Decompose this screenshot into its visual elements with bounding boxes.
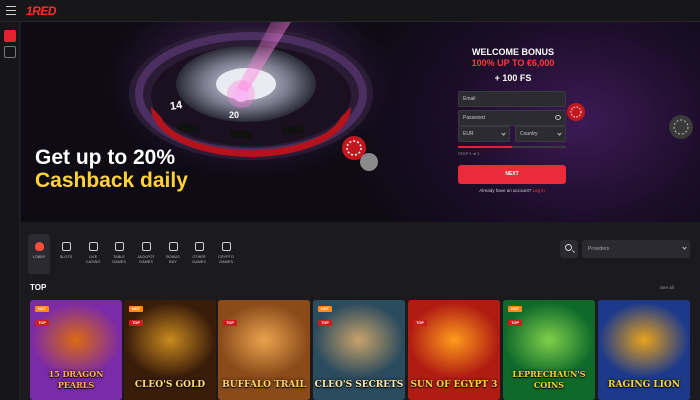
sidebar xyxy=(0,22,20,400)
game-tile[interactable]: LEPRECHAUN'S COINS HOT TOP xyxy=(503,300,595,400)
bonus-amount: 100% UP TO €6,000 xyxy=(471,58,555,68)
category-live-casino[interactable]: LIVE CASINO xyxy=(82,234,104,274)
password-placeholder: Password xyxy=(463,115,485,121)
login-prompt: Already have an account? Log in xyxy=(458,188,566,193)
game-tile[interactable]: RAGING LION xyxy=(598,300,690,400)
login-prompt-text: Already have an account? xyxy=(479,188,532,193)
game-tile[interactable]: CLEO'S GOLD HOT TOP xyxy=(124,300,216,400)
search-button[interactable] xyxy=(560,240,578,258)
other-games-icon xyxy=(194,242,204,251)
search-icon xyxy=(565,244,572,251)
hot-badge: HOT xyxy=(129,306,143,312)
category-label: OTHER GAMES xyxy=(192,255,206,264)
chevron-down-icon xyxy=(501,131,506,136)
roulette-wheel-art xyxy=(129,22,693,171)
game-title: CLEO'S SECRETS xyxy=(314,380,404,390)
top-badge: TOP xyxy=(413,320,427,326)
game-tile[interactable]: CLEO'S SECRETS HOT TOP xyxy=(313,300,405,400)
currency-select[interactable]: EUR xyxy=(458,126,510,142)
site-logo[interactable]: 1RED xyxy=(26,4,57,18)
top-badge: TOP xyxy=(129,320,143,326)
category-table-games[interactable]: TABLE GAMES xyxy=(108,234,130,274)
welcome-bonus: WELCOME BONUS 100% UP TO €6,000 + 100 FS xyxy=(459,47,567,84)
sports-icon[interactable] xyxy=(4,46,16,58)
chevron-down-icon xyxy=(557,131,562,136)
next-button[interactable]: NEXT xyxy=(458,165,566,184)
step-progress-bar xyxy=(458,146,566,148)
category-label: TABLE GAMES xyxy=(112,255,126,264)
top-badge: TOP xyxy=(223,320,237,326)
provider-placeholder: Providers xyxy=(588,246,610,252)
top-bar: 1RED xyxy=(0,0,700,22)
section-title: TOP xyxy=(30,283,47,292)
category-jackpot-games[interactable]: JACKPOT GAMES xyxy=(135,234,157,274)
category-label: LIVE CASINO xyxy=(85,255,101,264)
lobby-icon xyxy=(34,242,44,251)
category-label: JACKPOT GAMES xyxy=(137,255,155,264)
country-placeholder: Country xyxy=(520,131,538,137)
game-title: CLEO'S GOLD xyxy=(134,380,206,390)
category-label: CRYPTO GAMES xyxy=(218,255,234,264)
step-progress-fill xyxy=(458,146,512,148)
hero-banner: 14 20 Get up to 20% Cashback daily WELCO… xyxy=(21,22,700,222)
game-title: LEPRECHAUN'S COINS xyxy=(512,369,586,390)
slots-icon xyxy=(61,242,71,251)
game-tile[interactable]: SUN OF EGYPT 3 TOP xyxy=(408,300,500,400)
top-badge: TOP xyxy=(508,320,522,326)
wheel-number-14: 14 xyxy=(169,99,184,113)
casino-icon[interactable] xyxy=(4,30,16,42)
jackpot-games-icon xyxy=(141,242,151,251)
game-title: RAGING LION xyxy=(607,380,680,390)
eye-icon[interactable] xyxy=(555,115,561,120)
bonus-free-spins: + 100 FS xyxy=(494,73,532,83)
game-title: BUFFALO TRAIL xyxy=(222,380,306,390)
promo-headline-line2: Cashback daily xyxy=(35,169,188,192)
category-crypto-games[interactable]: CRYPTO GAMES xyxy=(215,234,237,274)
promo-headline-line1: Get up to 20% xyxy=(35,146,176,169)
table-games-icon xyxy=(114,242,124,251)
promo-headline: Get up to 20% Cashback daily xyxy=(35,146,188,192)
currency-value: EUR xyxy=(463,131,474,137)
login-link[interactable]: Log in xyxy=(533,188,545,193)
chevron-down-icon xyxy=(682,245,687,250)
game-title: 15 DRAGON PEARLS xyxy=(48,369,104,390)
password-field[interactable]: Password xyxy=(458,110,566,126)
game-tile[interactable]: 15 DRAGON PEARLS HOT TOP xyxy=(30,300,122,400)
see-all-link[interactable]: See all xyxy=(660,285,674,290)
hot-badge: HOT xyxy=(318,306,332,312)
category-label: LOBBY xyxy=(32,255,46,259)
hot-badge: HOT xyxy=(508,306,522,312)
crypto-games-icon xyxy=(221,242,231,251)
bonus-title: WELCOME BONUS xyxy=(472,47,554,57)
category-other-games[interactable]: OTHER GAMES xyxy=(188,234,210,274)
category-lobby[interactable]: LOBBY xyxy=(28,234,50,274)
category-label: BONUS BUY xyxy=(166,255,180,264)
game-title: SUN OF EGYPT 3 xyxy=(410,380,498,390)
game-tile[interactable]: BUFFALO TRAIL TOP xyxy=(218,300,310,400)
category-label: SLOTS xyxy=(59,255,73,259)
wheel-number-20: 20 xyxy=(229,110,240,120)
top-badge: TOP xyxy=(318,320,332,326)
top-badge: TOP xyxy=(35,320,49,326)
category-slots[interactable]: SLOTS xyxy=(55,234,77,274)
hamburger-menu-icon[interactable] xyxy=(6,6,16,15)
category-bonus-buy[interactable]: BONUS BUY xyxy=(162,234,184,274)
country-select[interactable]: Country xyxy=(515,126,566,142)
step-indicator: STEP 1 of 2 xyxy=(458,151,480,156)
live-casino-icon xyxy=(88,242,98,251)
hot-badge: HOT xyxy=(35,306,49,312)
bonus-buy-icon xyxy=(168,242,178,251)
provider-select[interactable]: Providers xyxy=(582,240,690,258)
email-field[interactable]: Email xyxy=(458,91,566,107)
